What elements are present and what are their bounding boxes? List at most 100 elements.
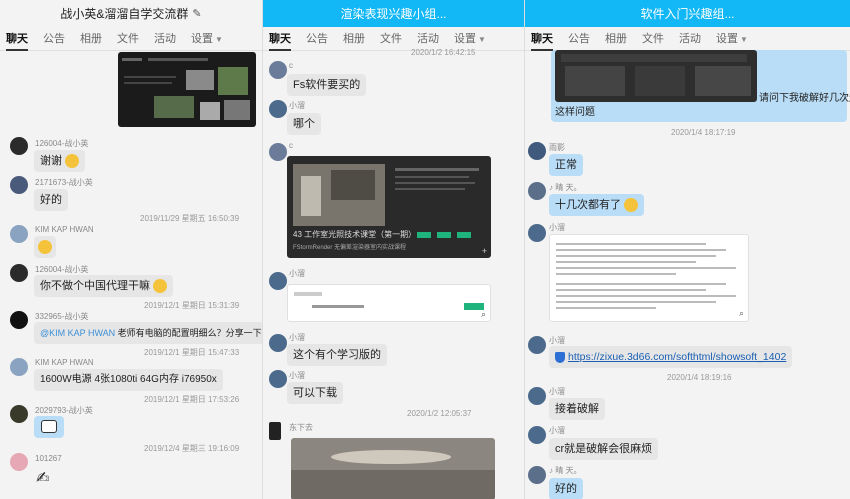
avatar[interactable] [10, 311, 28, 329]
tab-files[interactable]: 文件 [380, 27, 402, 51]
avatar[interactable] [528, 387, 546, 405]
sender-name: c [289, 141, 293, 150]
tab-announcement[interactable]: 公告 [568, 27, 590, 51]
interior-photo[interactable] [291, 438, 495, 499]
smile-emoji-icon [624, 198, 638, 213]
avatar[interactable] [269, 370, 287, 388]
avatar[interactable] [528, 142, 546, 160]
sender-name: 小溜 [549, 223, 565, 232]
group-title: 渲染表现兴趣小组... [340, 7, 447, 21]
tab-settings[interactable]: 设置 ▼ [454, 27, 486, 51]
search-icon[interactable]: ⌕ [481, 309, 486, 320]
message-bubble: 好的 [549, 478, 583, 499]
tab-chat[interactable]: 聊天 [269, 27, 291, 51]
timestamp: 2020/1/4 18:19:16 [667, 373, 732, 382]
chevron-down-icon: ▼ [215, 34, 223, 44]
group-title: 软件入门兴趣组... [640, 7, 735, 21]
avatar[interactable] [528, 336, 546, 354]
message-bubble: 可以下载 [287, 382, 343, 404]
avatar[interactable] [528, 466, 546, 484]
avatar[interactable] [528, 426, 546, 444]
chevron-down-icon: ▼ [478, 34, 486, 44]
text-document-image[interactable]: ⌕ [549, 234, 749, 322]
chat-window-3: 软件入门兴趣组... 聊天 公告 相册 文件 活动 设置▼ 请问下我破解好几次还… [524, 0, 850, 499]
message-bubble: 谢谢 [34, 150, 85, 173]
avatar[interactable] [10, 264, 28, 282]
tab-activity[interactable]: 活动 [154, 27, 176, 51]
tab-announcement[interactable]: 公告 [43, 27, 65, 51]
tab-bar: 聊天 公告 相册 文件 活动 设置 ▼ [0, 27, 262, 51]
sender-name: 小溜 [289, 371, 305, 380]
avatar[interactable] [10, 225, 28, 243]
avatar[interactable] [10, 137, 28, 155]
url-link[interactable]: https://zixue.3d66.com/softhtml/showsoft… [568, 351, 786, 363]
tab-activity[interactable]: 活动 [417, 27, 439, 51]
message-bubble: 你不做个中国代理干嘛 [34, 275, 173, 298]
sender-name: 101267 [35, 454, 62, 463]
sender-name: ♪ 晴 天。 [549, 183, 582, 192]
timestamp: 2019/12/4 星期三 19:16:09 [144, 444, 240, 453]
message-text: 你不做个中国代理干嘛 [40, 280, 150, 292]
zoom-icon[interactable]: + [482, 246, 487, 256]
laugh-emoji-icon [153, 279, 167, 294]
tab-settings[interactable]: 设置 ▼ [191, 27, 223, 51]
search-icon[interactable]: ⌕ [739, 308, 744, 319]
message-bubble: 哪个 [287, 113, 321, 135]
edit-icon[interactable]: ✎ [192, 7, 201, 20]
shared-image[interactable] [118, 52, 256, 127]
window-title-bar: 软件入门兴趣组... [525, 0, 850, 27]
error-screenshot[interactable] [555, 50, 757, 102]
tab-settings-label: 设置 [191, 32, 213, 45]
sender-name: 2171673-战小英 [35, 178, 93, 187]
tab-announcement[interactable]: 公告 [306, 27, 328, 51]
timestamp: 2019/12/1 星期日 15:47:33 [144, 348, 240, 357]
avatar[interactable] [10, 358, 28, 376]
avatar[interactable] [10, 405, 28, 423]
sender-name: 小溜 [289, 333, 305, 342]
avatar[interactable] [269, 334, 287, 352]
message-text: 请问下我破解好几次还是 [759, 93, 850, 104]
sender-name: 东下去 [289, 423, 313, 432]
tab-chat[interactable]: 聊天 [6, 27, 28, 51]
message-text: 这样问题 [555, 107, 595, 118]
tab-settings[interactable]: 设置 ▼ [716, 27, 748, 51]
tab-chat[interactable]: 聊天 [531, 27, 553, 51]
avatar[interactable] [269, 422, 281, 440]
message-bubble: https://zixue.3d66.com/softhtml/showsoft… [549, 346, 793, 368]
avatar[interactable] [269, 143, 287, 161]
avatar[interactable] [269, 100, 287, 118]
avatar[interactable] [269, 272, 287, 290]
avatar[interactable] [528, 224, 546, 242]
shared-image[interactable]: ⌕ [287, 284, 491, 322]
course-card-image[interactable]: 43 工作室光照技术课堂（第一期） FStormRender 无偏差渲染器室内实… [287, 156, 491, 258]
tab-album[interactable]: 相册 [343, 27, 365, 51]
sender-name: 126004-战小英 [35, 139, 89, 148]
sender-name: 126004-战小英 [35, 265, 89, 274]
tab-activity[interactable]: 活动 [679, 27, 701, 51]
chevron-down-icon: ▼ [740, 34, 748, 44]
tab-bar: 聊天 公告 相册 文件 活动 设置 ▼ [263, 27, 524, 51]
tab-files[interactable]: 文件 [117, 27, 139, 51]
wave-hand-emoji-icon [65, 154, 79, 169]
message-bubble: @KIM KAP HWAN 老师有电脑的配置明细么？分享一下呗？ [34, 322, 262, 344]
window-title-bar: 战小英&溜溜自学交流群 ✎ [0, 0, 262, 27]
mention-link[interactable]: @KIM KAP HWAN [40, 328, 115, 338]
tab-bar: 聊天 公告 相册 文件 活动 设置 ▼ [525, 27, 850, 51]
sender-name: 小溜 [289, 101, 305, 110]
avatar[interactable] [528, 182, 546, 200]
sender-name: c [289, 61, 293, 70]
wave-hand-emoji-icon [38, 240, 52, 255]
tab-album[interactable]: 相册 [605, 27, 627, 51]
tab-files[interactable]: 文件 [642, 27, 664, 51]
avatar[interactable] [269, 61, 287, 79]
tab-settings-label: 设置 [454, 32, 476, 45]
message-text: 十几次都有了 [555, 199, 621, 211]
avatar[interactable] [10, 176, 28, 194]
avatar[interactable] [10, 453, 28, 471]
group-title: 战小英&溜溜自学交流群 [60, 7, 189, 21]
sticker-bubble [34, 416, 64, 438]
screen: 战小英&溜溜自学交流群 ✎ 聊天 公告 相册 文件 活动 设置 ▼ 126004-… [0, 0, 850, 499]
message-bubble: 十几次都有了 [549, 194, 644, 217]
tab-album[interactable]: 相册 [80, 27, 102, 51]
message-bubble: Fs软件要买的 [287, 74, 367, 96]
